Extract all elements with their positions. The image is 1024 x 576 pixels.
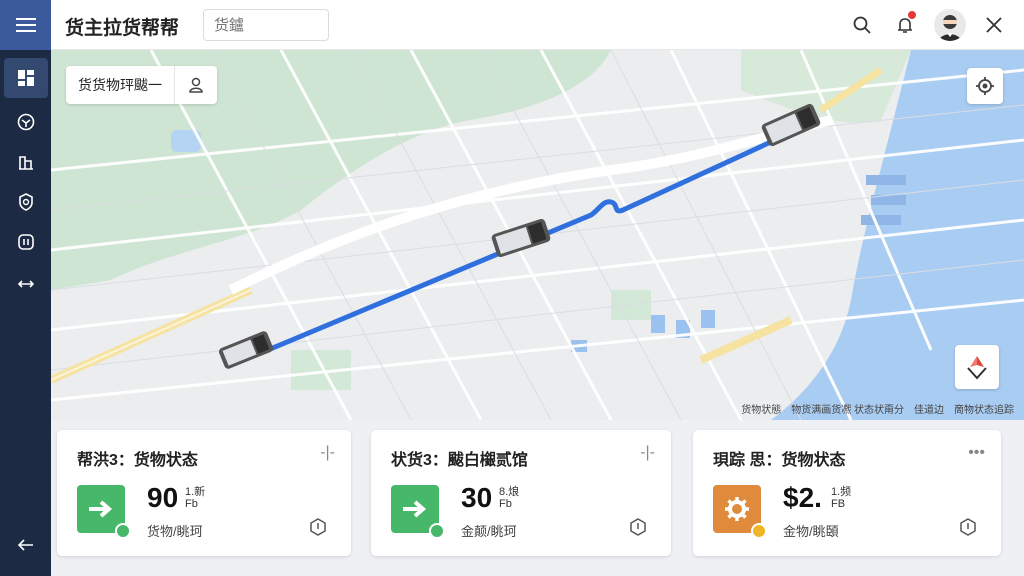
arrow-right-icon xyxy=(89,500,113,518)
sidebar-item-building[interactable] xyxy=(4,142,48,182)
map-view[interactable]: 货货物玶颰一 货物状態 物货满画货凞 状态状甭分 佳道边 啇物状态追踪 xyxy=(51,50,1024,420)
status-card[interactable]: 帮洪3：货物状态 -|- 90 1.新 Fb 货物/眺珂 xyxy=(57,430,351,556)
search-button[interactable] xyxy=(847,10,877,40)
sidebar-item-swap[interactable] xyxy=(4,264,48,304)
sidebar-item-bookmark[interactable] xyxy=(4,222,48,262)
mini-badge-icon xyxy=(115,523,131,539)
arrow-left-icon xyxy=(17,539,33,551)
sidebar-item-badge[interactable] xyxy=(4,182,48,222)
card-title: 状货3：颰白檭贰馆 xyxy=(391,452,528,469)
card-value-unit: 1.新 Fb xyxy=(185,486,205,510)
chip-divider xyxy=(174,66,175,104)
vehicle-chip-label: 货货物玶颰一 xyxy=(78,77,162,93)
card-action-button[interactable] xyxy=(307,516,329,538)
person-icon xyxy=(189,77,203,93)
app-title: 货主拉货帮帮 xyxy=(65,18,180,39)
shield-icon xyxy=(960,518,976,536)
gear-icon xyxy=(725,497,749,521)
swap-icon xyxy=(17,280,35,288)
vehicle-selector[interactable]: 货货物玶颰一 xyxy=(66,66,217,104)
card-icon xyxy=(77,485,131,539)
card-menu-button[interactable]: -|- xyxy=(320,444,335,462)
target-icon xyxy=(976,77,994,95)
locate-button[interactable] xyxy=(967,68,1003,104)
card-value-sub: Fb xyxy=(499,498,512,510)
search-input[interactable] xyxy=(203,9,329,41)
collapse-sidebar-button[interactable] xyxy=(4,525,48,565)
card-caption: 金物/眺頣 xyxy=(783,524,839,539)
card-value-sub: Fb xyxy=(185,498,198,510)
mini-badge-icon xyxy=(751,523,767,539)
top-header: 货主拉货帮帮 xyxy=(51,0,1024,50)
sidebar xyxy=(0,0,51,576)
card-action-button[interactable] xyxy=(627,516,649,538)
sidebar-item-dashboard[interactable] xyxy=(4,58,48,98)
card-value-sup: 1.频 xyxy=(831,486,852,498)
status-cards: 帮洪3：货物状态 -|- 90 1.新 Fb 货物/眺珂 状货3：颰白檭贰馆 -… xyxy=(51,420,1024,576)
building-icon xyxy=(19,156,33,170)
card-value: $2. xyxy=(783,482,822,513)
card-value-unit: 8.烺 Fb xyxy=(499,486,519,510)
shield-icon xyxy=(310,518,326,536)
card-value-sup: 8.烺 xyxy=(499,486,520,498)
card-icon xyxy=(713,485,767,539)
card-icon xyxy=(391,485,445,539)
mini-badge-icon xyxy=(429,523,445,539)
notification-dot xyxy=(907,10,917,20)
avatar[interactable] xyxy=(934,9,966,41)
arrow-right-icon xyxy=(403,500,427,518)
card-menu-button[interactable]: ••• xyxy=(968,444,985,462)
card-value: 30 xyxy=(461,482,493,513)
card-value-sup: 1.新 xyxy=(185,486,206,498)
close-button[interactable] xyxy=(979,10,1009,40)
user-avatar-icon xyxy=(939,15,961,41)
status-card[interactable]: 状货3：颰白檭贰馆 -|- 30 8.烺 Fb 金颠/眺珂 xyxy=(371,430,671,556)
package-icon xyxy=(17,113,35,131)
compass-button[interactable] xyxy=(955,345,999,389)
badge-icon xyxy=(19,193,33,211)
card-value-unit: 1.频 FB xyxy=(831,486,851,510)
hamburger-menu-button[interactable] xyxy=(0,0,51,50)
bookmark-icon xyxy=(18,234,34,250)
card-menu-button[interactable]: -|- xyxy=(640,444,655,462)
sidebar-item-package[interactable] xyxy=(4,102,48,142)
card-action-button[interactable] xyxy=(957,516,979,538)
close-icon xyxy=(986,17,1002,33)
notifications-button[interactable] xyxy=(890,10,920,40)
map-canvas xyxy=(51,50,1024,420)
card-value: 90 xyxy=(147,482,179,513)
compass-icon xyxy=(967,356,987,380)
status-card[interactable]: 珼踪 思：货物状态 ••• $2. 1.频 FB 金物/眺頣 xyxy=(693,430,1001,556)
card-value-sub: FB xyxy=(831,498,846,510)
shield-icon xyxy=(630,518,646,536)
hamburger-icon xyxy=(15,18,36,32)
card-title: 珼踪 思：货物状态 xyxy=(713,452,846,469)
map-attribution: 货物状態 物货满画货凞 状态状甭分 佳道边 啇物状态追踪 xyxy=(741,405,1014,416)
dashboard-icon xyxy=(18,70,34,86)
card-title: 帮洪3：货物状态 xyxy=(77,452,198,469)
card-caption: 货物/眺珂 xyxy=(147,524,203,539)
card-caption: 金颠/眺珂 xyxy=(461,524,517,539)
search-icon xyxy=(853,16,871,34)
